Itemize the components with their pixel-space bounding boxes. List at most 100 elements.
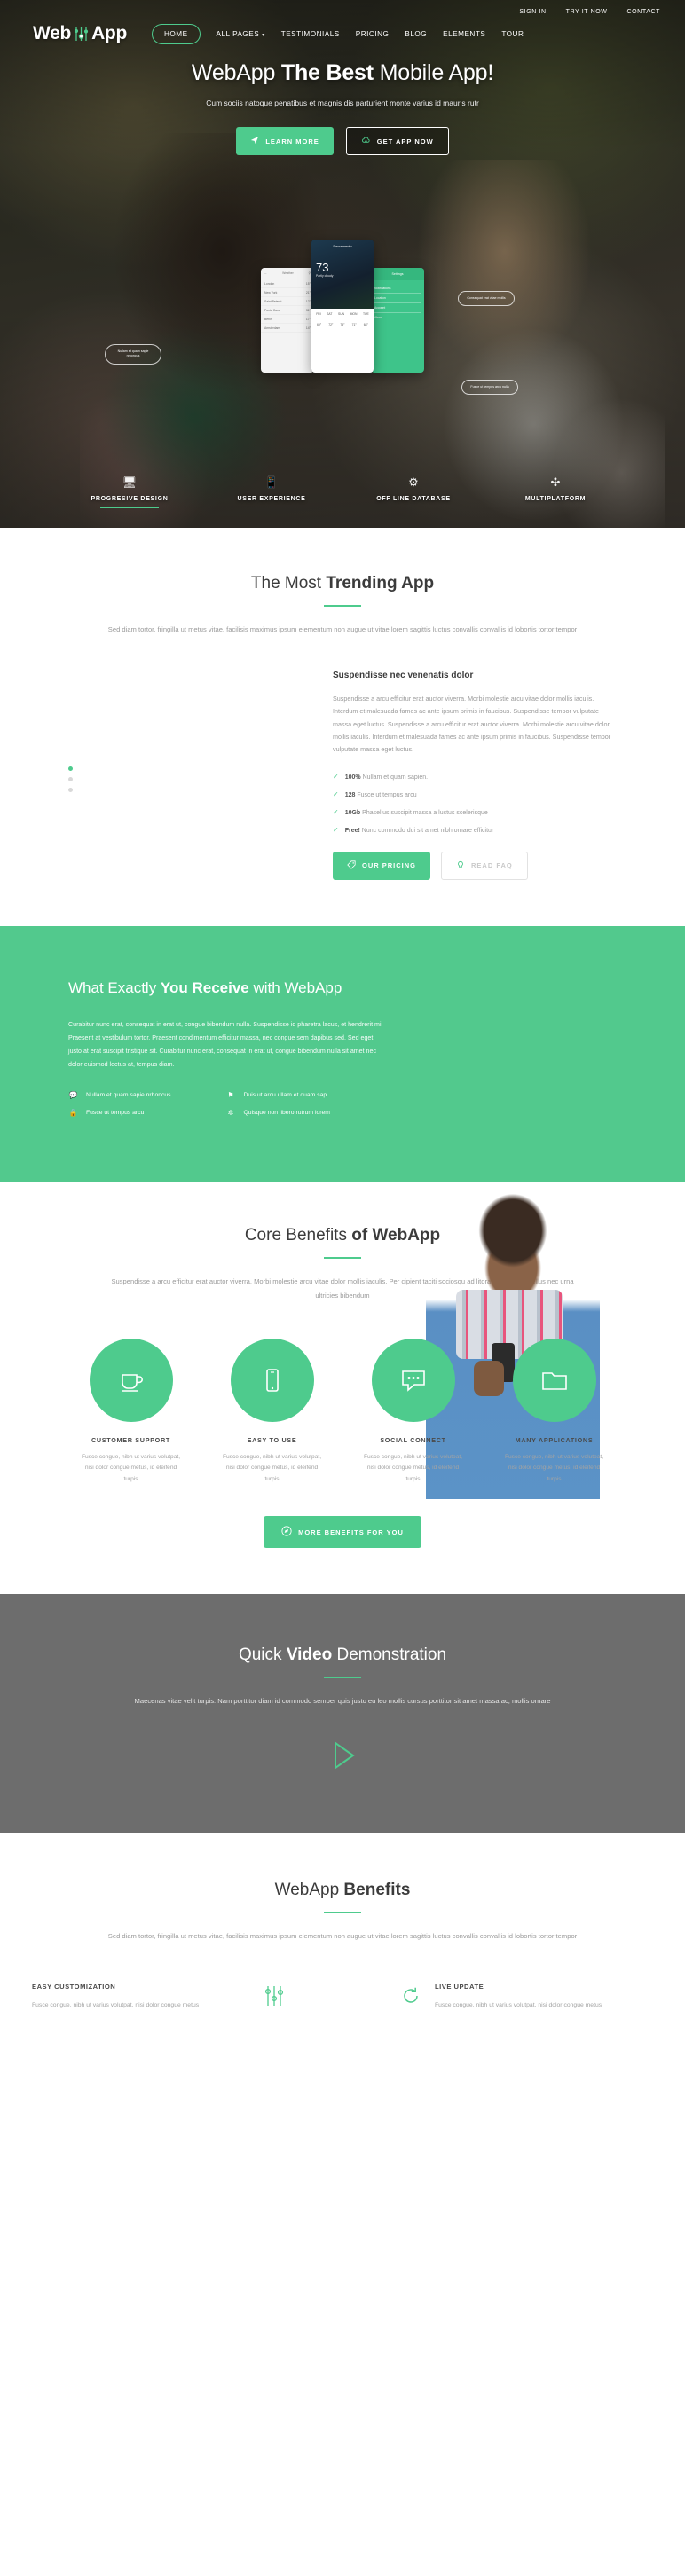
slider-dot-2[interactable] <box>68 776 73 781</box>
benefits-title-pre: WebApp <box>274 1880 344 1899</box>
forecast-temp: 72° <box>328 323 334 326</box>
play-triangle-icon <box>324 1737 361 1779</box>
hero-feature-off-line-database[interactable]: ⚙ OFF LINE DATABASE <box>342 476 484 508</box>
site-logo[interactable]: Web App <box>33 23 127 44</box>
benefit-text: Fusce congue, nibh ut varius volutpat, n… <box>435 2001 602 2008</box>
phone-mid-hero: Sacramento 73 Partly cloudy <box>311 240 374 309</box>
trending-title-pre: The Most <box>250 574 327 593</box>
settings-row: Location <box>374 294 421 303</box>
weather-city: London <box>264 281 275 286</box>
trending-copy: Suspendisse nec venenatis dolor Suspendi… <box>333 671 617 880</box>
chat-bubble-icon[interactable] <box>371 1338 455 1422</box>
weather-row: London 15° <box>261 279 314 288</box>
video-title-bold: Video <box>286 1645 333 1665</box>
hero-feature-label: PROGRESIVE DESIGN <box>91 496 169 503</box>
get-app-now-button[interactable]: GET APP NOW <box>345 127 449 155</box>
core-title-pre: Core Benefits <box>244 1225 352 1245</box>
utility-link-try-it-now[interactable]: TRY IT NOW <box>566 9 608 15</box>
hero-feature-multiplatform[interactable]: ✣ MULTIPLATFORM <box>484 476 626 508</box>
weather-city: Berlin <box>264 317 272 321</box>
phone-mid-city: Sacramento <box>333 244 352 248</box>
nav-item-pricing[interactable]: PRICING <box>356 30 390 38</box>
core-benefit-title: SOCIAL CONNECT <box>380 1435 446 1444</box>
receive-title: What Exactly You Receive with WebApp <box>68 978 383 1000</box>
check-text: Fusce ut tempus arcu <box>357 791 417 798</box>
hero-feature-active-underline <box>100 507 159 508</box>
core-benefit-social-connect: SOCIAL CONNECT Fusce congue, nibh ut var… <box>348 1338 479 1487</box>
mobile-icon[interactable] <box>230 1338 314 1422</box>
nav-item-all-pages[interactable]: ALL PAGES ▾ <box>217 30 265 38</box>
utility-link-sign-in[interactable]: SIGN IN <box>519 9 546 15</box>
lightbulb-icon <box>456 860 465 871</box>
folder-icon[interactable] <box>512 1338 596 1422</box>
slider-dot-3[interactable] <box>68 787 73 792</box>
hero-feature-user-experience[interactable]: 📱 USER EXPERIENCE <box>201 476 342 508</box>
slider-dots[interactable] <box>68 671 88 798</box>
phone-mid-condition: Partly cloudy <box>316 274 334 278</box>
learn-more-button[interactable]: LEARN MORE <box>236 127 334 155</box>
forecast-day-labels: FRI SAT SUN MON TUE <box>311 309 374 319</box>
compass-icon: ✣ <box>550 475 561 490</box>
weather-city: New York <box>264 290 278 295</box>
nav-item-elements[interactable]: ELEMENTS <box>443 30 485 38</box>
receive-feature-label: Nullam et quam sapie nrhoncus <box>86 1091 171 1098</box>
check-list-item: ✓ 10Gb Phasellus suscipit massa a luctus… <box>333 808 617 816</box>
forecast-temp: 75° <box>340 323 345 326</box>
nav-item-blog[interactable]: BLOG <box>405 30 427 38</box>
read-faq-label: READ FAQ <box>471 861 513 870</box>
hero-title: WebApp The Best Mobile App! <box>0 60 685 86</box>
hero-feature-progresive-design[interactable]: 🖥 PROGRESIVE DESIGN <box>59 476 201 508</box>
benefits-wrap: WebApp Benefits Sed diam tortor, fringil… <box>68 1881 617 1944</box>
nav-item-home[interactable]: HOME <box>151 23 201 44</box>
hero-title-bold: The Best <box>280 60 374 85</box>
weather-temp: 21° <box>305 290 311 295</box>
benefits-title-bold: Benefits <box>343 1880 411 1899</box>
hero-phone-mockups: ← Weather ⚲ London 15° New York 21° Saint … <box>261 240 424 373</box>
check-list-item: ✓ 100% Nullam et quam sapien. <box>333 773 617 781</box>
slider-dot-1[interactable] <box>68 766 73 771</box>
read-faq-button[interactable]: READ FAQ <box>441 851 528 880</box>
check-text: Phasellus suscipit massa a luctus sceler… <box>362 809 488 816</box>
flag-icon: ⚑ <box>227 1090 234 1099</box>
video-title: Quick Video Demonstration <box>68 1645 617 1665</box>
check-icon: ✓ <box>333 772 339 781</box>
check-strong: 10Gb <box>344 809 361 816</box>
video-play-button[interactable] <box>323 1739 362 1778</box>
hero-feature-label: OFF LINE DATABASE <box>376 496 451 503</box>
check-icon: ✓ <box>333 789 339 798</box>
nav-item-testimonials[interactable]: TESTIMONIALS <box>281 30 340 38</box>
utility-link-contact[interactable]: CONTACT <box>626 9 660 15</box>
weather-row: Berlin 17° <box>261 315 314 324</box>
tag-icon <box>347 860 356 871</box>
check-list-item: ✓ 128 Fusce ut tempus arcu <box>333 790 617 798</box>
weather-temp: 17° <box>305 317 311 321</box>
rocket-circle-icon <box>281 1526 292 1538</box>
gears-icon: ⚙ <box>408 475 419 490</box>
logo-text-bold: App <box>91 23 127 43</box>
check-icon: ✓ <box>333 807 339 816</box>
receive-title-pre: What Exactly <box>68 978 161 996</box>
weather-row: Punta Cana 31° <box>261 306 314 315</box>
coffee-cup-icon[interactable] <box>89 1338 173 1422</box>
hero-section: SIGN IN TRY IT NOW CONTACT Web App HOME … <box>0 0 685 528</box>
core-benefit-text: Fusce congue, nibh ut varius volutpat, n… <box>222 1453 322 1483</box>
nav-item-tour[interactable]: TOUR <box>501 30 524 38</box>
phone-mid-temp: 73 <box>316 261 329 274</box>
video-lead: Maecenas vitae velit turpis. Nam porttit… <box>134 1696 551 1705</box>
forecast-temp: 68° <box>363 323 368 326</box>
our-pricing-label: OUR PRICING <box>362 861 417 870</box>
weather-city: Saint Peterst <box>264 299 282 303</box>
forecast-day: MON <box>350 312 358 316</box>
primary-nav: HOME ALL PAGES ▾ TESTIMONIALS PRICING BLO… <box>151 23 524 44</box>
webapp-benefits-section: WebApp Benefits Sed diam tortor, fringil… <box>0 1833 685 2046</box>
hero-feature-row: 🖥 PROGRESIVE DESIGN 📱 USER EXPERIENCE ⚙ … <box>0 476 685 508</box>
hero-callout-bottom-right: Fusce ut tempus arcu nulla <box>461 380 518 396</box>
more-benefits-button[interactable]: MORE BENEFITS FOR YOU <box>264 1516 421 1549</box>
our-pricing-button[interactable]: OUR PRICING <box>333 851 431 880</box>
forecast-temp: 69° <box>317 323 322 326</box>
core-benefits-section: Core Benefits of WebApp Suspendisse a ar… <box>0 1182 685 1594</box>
core-benefit-title: CUSTOMER SUPPORT <box>91 1435 170 1444</box>
weather-row: Amsterdam 14° <box>261 324 314 333</box>
weather-city: Punta Cana <box>264 308 280 312</box>
phone-right-body: Notifications Location Account About <box>371 280 424 326</box>
